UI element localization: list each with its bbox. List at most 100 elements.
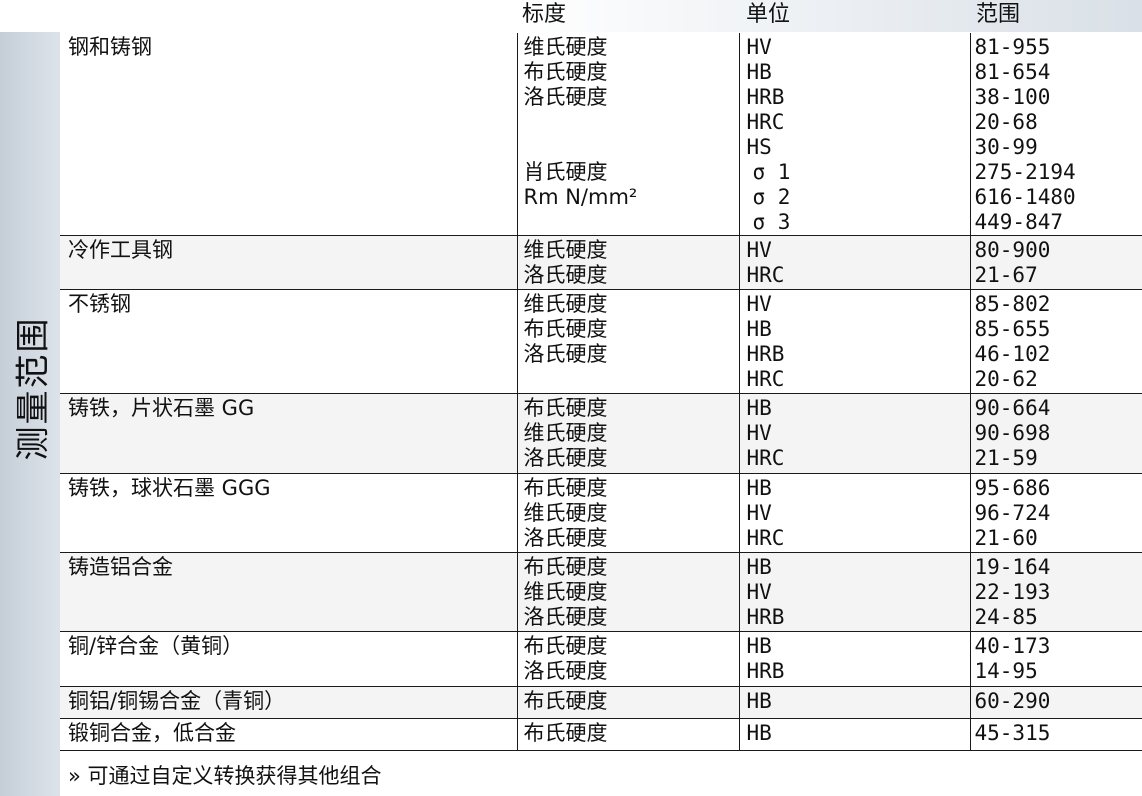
table-row: 铸铁，球状石墨 GGG 布氏硬度 维氏硬度 洛氏硬度 HB HV HRC 95-686 96-7… — [60, 473, 1142, 553]
range-value: 60-290 — [974, 689, 1051, 713]
range-value: 21-59 — [974, 446, 1038, 470]
range-cell: 19-164 22-193 24-85 — [970, 552, 1142, 632]
unit-value: HB — [746, 634, 772, 658]
scale-cell: 布氏硬度 — [517, 686, 740, 719]
scale-value: 维氏硬度 — [523, 580, 608, 604]
unit-value: HV — [746, 292, 772, 316]
side-panel: 测量范围 — [0, 0, 60, 796]
unit-value: HB — [746, 721, 772, 745]
range-value: 21-60 — [974, 526, 1038, 550]
range-value: 81-955 — [974, 35, 1051, 59]
range-cell: 45-315 — [970, 718, 1142, 751]
unit-value: HRC — [746, 110, 785, 134]
material-label: 不锈钢 — [68, 292, 131, 316]
range-value: 95-686 — [974, 476, 1051, 500]
scale-value: 洛氏硬度 — [523, 263, 608, 287]
scale-cell: 布氏硬度 洛氏硬度 — [517, 631, 740, 687]
range-cell: 90-664 90-698 21-59 — [970, 393, 1142, 474]
unit-cell: HB — [739, 718, 971, 751]
unit-value: HV — [746, 421, 772, 445]
scale-value: 洛氏硬度 — [523, 85, 608, 109]
material-cell: 钢和铸钢 — [60, 33, 518, 236]
range-value: 96-724 — [974, 501, 1051, 525]
scale-value: 洛氏硬度 — [523, 446, 608, 470]
range-cell: 85-802 85-655 46-102 20-62 — [970, 289, 1142, 394]
scale-value: 布氏硬度 — [523, 555, 608, 579]
unit-value: HB — [746, 555, 772, 579]
scale-value: 布氏硬度 — [523, 721, 608, 745]
hardness-range-table: 钢和铸钢 维氏硬度 布氏硬度 洛氏硬度 肖氏硬度 Rm N/mm² HV HB HRB HRC HS… — [60, 33, 1142, 751]
range-value: 81-654 — [974, 60, 1051, 84]
material-cell: 不锈钢 — [60, 289, 518, 394]
table-row: 冷作工具钢 维氏硬度 洛氏硬度 HV HRC 80-900 21-67 — [60, 235, 1142, 290]
unit-value: HRC — [746, 367, 785, 391]
unit-value: HV — [746, 35, 772, 59]
scale-value: 布氏硬度 — [523, 60, 608, 84]
unit-value: HRC — [746, 526, 785, 550]
range-cell: 40-173 14-95 — [970, 631, 1142, 687]
unit-value: HV — [746, 501, 772, 525]
material-label: 铸铁，球状石墨 GGG — [68, 476, 271, 500]
unit-value: HB — [746, 689, 772, 713]
unit-value: HRC — [746, 263, 785, 287]
range-cell: 60-290 — [970, 686, 1142, 719]
table-row: 锻铜合金，低合金 布氏硬度 HB 45-315 — [60, 718, 1142, 751]
unit-cell: HV HB HRB HRC — [739, 289, 971, 394]
range-value: 275-2194 — [974, 160, 1076, 184]
range-value: 449-847 — [974, 210, 1064, 234]
unit-value: HRB — [746, 85, 785, 109]
header-scale: 标度 — [522, 2, 567, 27]
unit-value: σ 2 — [752, 185, 791, 209]
footnote: » 可通过自定义转换获得其他组合 — [68, 764, 382, 788]
material-cell: 铜/锌合金（黄铜） — [60, 631, 518, 687]
scale-value: 洛氏硬度 — [523, 342, 608, 366]
unit-value: HRB — [746, 605, 785, 629]
range-value: 616-1480 — [974, 185, 1076, 209]
range-value: 19-164 — [974, 555, 1051, 579]
header-range: 范围 — [976, 2, 1021, 27]
scale-value: 维氏硬度 — [523, 35, 608, 59]
unit-cell: HB — [739, 686, 971, 719]
scale-value — [524, 210, 739, 235]
range-cell: 80-900 21-67 — [970, 235, 1142, 290]
scale-value: 布氏硬度 — [523, 396, 608, 420]
table-row: 不锈钢 维氏硬度 布氏硬度 洛氏硬度 HV HB HRB HRC 85-802 85-655 46-… — [60, 289, 1142, 394]
unit-cell: HV HB HRB HRC HS σ 1σ 2σ 3 — [739, 33, 971, 236]
material-cell: 锻铜合金，低合金 — [60, 718, 518, 751]
scale-value: 维氏硬度 — [523, 238, 608, 262]
side-panel-label: 测量范围 — [13, 316, 54, 460]
range-value: 90-698 — [974, 421, 1051, 445]
scale-cell: 布氏硬度 维氏硬度 洛氏硬度 — [517, 473, 740, 553]
range-value: 20-62 — [974, 367, 1038, 391]
unit-cell: HB HV HRC — [739, 393, 971, 474]
scale-value: 布氏硬度 — [523, 476, 608, 500]
scale-value — [524, 367, 739, 392]
material-label: 钢和铸钢 — [68, 35, 152, 59]
material-label: 铜/锌合金（黄铜） — [68, 634, 244, 658]
scale-value: 洛氏硬度 — [523, 659, 608, 683]
scale-value: 肖氏硬度 — [523, 160, 608, 184]
range-value: 38-100 — [974, 85, 1051, 109]
scale-value: 布氏硬度 — [523, 317, 608, 341]
range-value: 30-99 — [974, 135, 1038, 159]
scale-value — [524, 110, 739, 135]
scale-cell: 维氏硬度 洛氏硬度 — [517, 235, 740, 290]
material-cell: 冷作工具钢 — [60, 235, 518, 290]
material-cell: 铸铁，球状石墨 GGG — [60, 473, 518, 553]
unit-value: σ 1 — [752, 160, 791, 184]
range-value: 40-173 — [974, 634, 1051, 658]
range-value: 85-802 — [974, 292, 1051, 316]
table-row: 铸造铝合金 布氏硬度 维氏硬度 洛氏硬度 HB HV HRB 19-164 22-193 24-8… — [60, 552, 1142, 632]
scale-cell: 布氏硬度 维氏硬度 洛氏硬度 — [517, 552, 740, 632]
range-value: 20-68 — [974, 110, 1038, 134]
material-label: 锻铜合金，低合金 — [68, 721, 236, 745]
table-row: 铜铝/铜锡合金（青铜） 布氏硬度 HB 60-290 — [60, 686, 1142, 719]
range-cell: 81-955 81-654 38-100 20-68 30-99 275-2194 616-… — [970, 33, 1142, 236]
table-row: 铜/锌合金（黄铜） 布氏硬度 洛氏硬度 HB HRB 40-173 14-95 — [60, 631, 1142, 687]
unit-value: HRB — [746, 342, 785, 366]
unit-cell: HB HV HRC — [739, 473, 971, 553]
range-value: 24-85 — [974, 605, 1038, 629]
side-panel-label-wrap: 测量范围 — [0, 0, 60, 796]
unit-value: HV — [746, 238, 772, 262]
unit-value: HRC — [746, 446, 785, 470]
